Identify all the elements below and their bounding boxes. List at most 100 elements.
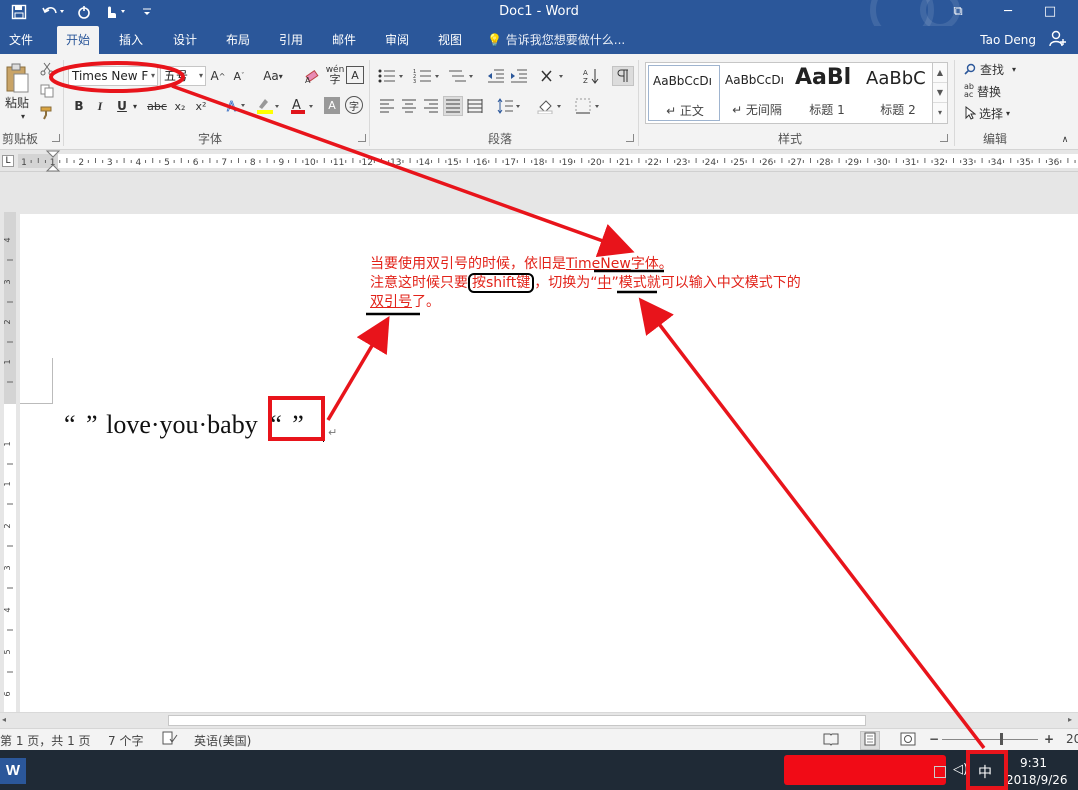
subscript-button[interactable]: x₂ — [171, 96, 189, 116]
multilevel-list-icon[interactable] — [447, 66, 477, 86]
align-left-icon[interactable] — [378, 96, 396, 116]
highlight-color-icon[interactable] — [254, 96, 282, 116]
style-heading-2[interactable]: AaBbC 标题 2 — [862, 65, 934, 121]
more-styles-icon[interactable]: ▾ — [933, 103, 947, 123]
clipboard-dialog-launcher-icon[interactable] — [52, 134, 60, 142]
phonetic-guide-icon[interactable]: wén 字 — [325, 64, 345, 86]
italic-button[interactable]: I — [92, 96, 108, 116]
minimize-button[interactable]: ─ — [986, 0, 1030, 22]
volume-icon[interactable]: ◁) — [953, 762, 968, 777]
shading-icon[interactable] — [536, 96, 568, 116]
styles-dialog-launcher-icon[interactable] — [940, 134, 948, 142]
ribbon-display-options-button[interactable]: ⧉ — [936, 0, 980, 22]
align-right-icon[interactable] — [422, 96, 440, 116]
web-layout-icon[interactable] — [900, 732, 916, 749]
format-painter-icon[interactable] — [38, 104, 56, 122]
maximize-button[interactable]: □ — [1028, 0, 1072, 22]
print-layout-icon[interactable] — [860, 731, 880, 750]
character-border-icon[interactable]: A — [346, 66, 364, 84]
horizontal-scroll-thumb[interactable] — [168, 715, 866, 726]
font-dialog-launcher-icon[interactable] — [358, 134, 366, 142]
copy-icon[interactable] — [38, 82, 56, 100]
chevron-up-icon[interactable]: ▲ — [933, 63, 947, 83]
clear-formatting-icon[interactable]: A — [302, 66, 322, 86]
horizontal-scrollbar[interactable]: ◂ ▸ — [0, 712, 1078, 728]
zoom-in-button[interactable]: + — [1044, 732, 1054, 746]
collapse-ribbon-icon[interactable]: ∧ — [1058, 134, 1072, 146]
paste-icon[interactable] — [2, 60, 32, 96]
change-case-button[interactable]: Aa ▾ — [258, 66, 288, 86]
text-effects-icon[interactable]: A — [224, 96, 250, 116]
tab-insert[interactable]: 插入 — [110, 26, 152, 54]
increase-indent-icon[interactable] — [509, 66, 529, 86]
tab-mailings[interactable]: 邮件 — [323, 26, 365, 54]
tab-references[interactable]: 引用 — [270, 26, 312, 54]
user-name[interactable]: Tao Deng — [980, 26, 1036, 54]
vertical-ruler-label: 2 — [3, 523, 12, 528]
font-color-button[interactable]: A — [288, 96, 318, 116]
strikethrough-button[interactable]: abc — [146, 96, 168, 116]
paste-dropdown-icon[interactable]: ▾ — [18, 112, 28, 121]
styles-gallery-scroll[interactable]: ▲ ▼ ▾ — [933, 62, 948, 124]
sort-icon[interactable]: AZ — [580, 66, 602, 86]
tab-design[interactable]: 设计 — [164, 26, 206, 54]
tell-me-search[interactable]: 💡 告诉我您想要做什么... — [487, 26, 625, 54]
borders-icon[interactable] — [574, 96, 606, 116]
distributed-icon[interactable] — [466, 96, 484, 116]
underline-button[interactable]: U — [114, 96, 130, 116]
line-spacing-icon[interactable] — [496, 96, 524, 116]
zoom-slider-track[interactable] — [942, 739, 1038, 740]
tab-home[interactable]: 开始 — [57, 26, 100, 54]
vertical-ruler[interactable]: 4 3 2 1 1 1 2 3 4 5 6 — [0, 212, 20, 715]
style-normal[interactable]: AaBbCcDı ↵ 正文 — [648, 65, 720, 121]
ime-mode-indicator[interactable]: 中 — [978, 762, 992, 782]
bullets-icon[interactable] — [376, 66, 408, 86]
clock-time[interactable]: 9:31 — [1020, 756, 1047, 770]
proofing-icon[interactable] — [162, 731, 178, 748]
replace-button[interactable]: ab ac 替换 — [964, 82, 1024, 100]
bold-button[interactable]: B — [70, 96, 88, 116]
tab-view[interactable]: 视图 — [429, 26, 471, 54]
style-no-spacing[interactable]: AaBbCcDı ↵ 无间隔 — [721, 65, 793, 121]
font-size-combobox[interactable]: 五号 ▾ — [160, 66, 206, 86]
tab-review[interactable]: 审阅 — [376, 26, 418, 54]
paste-button[interactable]: 粘贴 — [2, 94, 32, 110]
show-paragraph-marks-icon[interactable] — [612, 66, 634, 86]
zoom-out-button[interactable]: − — [929, 732, 939, 746]
justify-icon[interactable] — [443, 96, 463, 116]
select-button[interactable]: 选择 ▾ — [964, 104, 1026, 122]
document-paragraph[interactable]: “ ” love·you·baby “ ” — [64, 410, 306, 444]
chinese-layout-icon[interactable] — [538, 66, 570, 86]
clock-date[interactable]: 2018/9/26 — [1006, 773, 1068, 787]
word-taskbar-icon[interactable]: W — [0, 758, 26, 784]
tab-layout[interactable]: 布局 — [217, 26, 259, 54]
align-center-icon[interactable] — [400, 96, 418, 116]
scroll-left-icon[interactable]: ◂ — [2, 715, 6, 724]
vertical-ruler-label: 6 — [3, 691, 12, 696]
find-button[interactable]: 查找 ▾ — [964, 60, 1026, 78]
page-count[interactable]: 第 1 页，共 1 页 — [0, 732, 91, 749]
numbering-icon[interactable]: 123 — [412, 66, 444, 86]
zoom-slider-thumb[interactable] — [1000, 733, 1003, 745]
font-name-combobox[interactable]: Times New F ▾ — [68, 66, 158, 86]
zoom-level[interactable]: 20 — [1066, 732, 1078, 746]
word-count[interactable]: 7 个字 — [108, 732, 143, 749]
enclose-characters-button[interactable]: 字 — [345, 96, 363, 114]
horizontal-ruler[interactable]: L 1 1 2 3 4 5 6 7 8 9 10 11 12 13 14 15 16 17 18 19 20 21 22 23… — [0, 150, 1078, 172]
chevron-down-icon[interactable]: ▼ — [933, 83, 947, 103]
chevron-down-icon[interactable]: ▾ — [130, 96, 140, 116]
decrease-indent-icon[interactable] — [486, 66, 506, 86]
tab-file[interactable]: 文件 — [0, 26, 42, 54]
read-mode-icon[interactable] — [823, 732, 839, 749]
grow-font-icon[interactable]: A ^ — [210, 66, 226, 86]
language[interactable]: 英语(美国) — [194, 732, 251, 749]
paragraph-dialog-launcher-icon[interactable] — [626, 134, 634, 142]
character-shading-button[interactable]: A — [324, 97, 340, 114]
cut-icon[interactable] — [38, 60, 56, 78]
scroll-right-icon[interactable]: ▸ — [1068, 715, 1072, 724]
share-user-icon[interactable] — [1044, 30, 1072, 50]
superscript-button[interactable]: x² — [192, 96, 210, 116]
shrink-font-icon[interactable]: Aˇ — [231, 66, 247, 86]
network-icon[interactable] — [934, 766, 946, 778]
style-heading-1[interactable]: AaBl 标题 1 — [791, 65, 863, 121]
